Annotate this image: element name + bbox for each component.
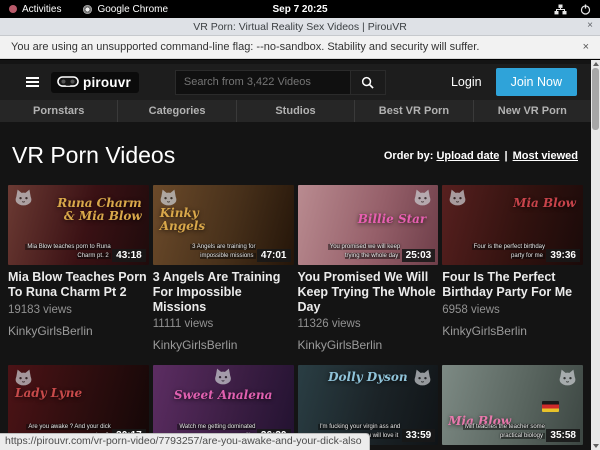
studio-cat-logo-icon: [213, 367, 234, 386]
video-thumbnail[interactable]: Runa Charm & Mia Blow Mia Blow teaches p…: [8, 185, 149, 265]
site-logo-text: pirouvr: [83, 75, 131, 90]
search-bar: [175, 70, 386, 95]
page-title: VR Porn Videos: [12, 142, 175, 169]
order-separator: |: [504, 150, 507, 162]
status-url: https://pirouvr.com/vr-porn-video/779325…: [0, 433, 370, 450]
activities-button[interactable]: Activities: [9, 4, 61, 15]
menu-item[interactable]: New VR Porn: [473, 100, 591, 122]
thumbnail-caption: Mia Blow teaches porn to Runa Charm pt. …: [24, 243, 111, 260]
studio-cat-logo-icon: [447, 188, 468, 207]
activities-dot-icon: [9, 5, 17, 13]
studio-link[interactable]: KinkyGirlsBerlin: [8, 324, 149, 338]
studio-cat-logo-icon: [158, 188, 179, 207]
video-thumbnail[interactable]: Billie Star You promised we will keep tr…: [298, 185, 439, 265]
video-card[interactable]: Runa Charm & Mia Blow Mia Blow teaches p…: [8, 185, 149, 352]
video-views: 6958 views: [442, 304, 583, 316]
thumbnail-caption: 3 Angels are training for impossible mis…: [168, 243, 255, 260]
studio-cat-logo-icon: [13, 188, 34, 207]
thumbnail-overlay-text: Runa Charm & Mia Blow: [55, 197, 142, 222]
page-scrollbar[interactable]: [591, 60, 600, 450]
search-icon: [361, 76, 374, 89]
video-title[interactable]: You Promised We Will Keep Trying The Who…: [298, 270, 439, 314]
menu-icon[interactable]: [26, 77, 39, 87]
video-title[interactable]: Mia Blow Teaches Porn To Runa Charm Pt 2: [8, 270, 149, 300]
studio-link[interactable]: KinkyGirlsBerlin: [298, 338, 439, 352]
scroll-down-icon[interactable]: [593, 444, 599, 448]
close-tab-icon[interactable]: ×: [587, 20, 593, 31]
video-title[interactable]: Four Is The Perfect Birthday Party For M…: [442, 270, 583, 300]
sandbox-warning-bar: You are using an unsupported command-lin…: [0, 36, 600, 59]
app-menu-button[interactable]: Google Chrome: [83, 4, 168, 15]
video-card[interactable]: Kinky Angels 3 Angels are training for i…: [153, 185, 294, 352]
scrollbar-thumb[interactable]: [592, 68, 599, 130]
order-by: Order by: Upload date | Most viewed: [384, 150, 578, 162]
video-thumbnail[interactable]: Kinky Angels 3 Angels are training for i…: [153, 185, 294, 265]
join-now-button[interactable]: Join Now: [496, 68, 577, 96]
tab-title: VR Porn: Virtual Reality Sex Videos | Pi…: [193, 21, 407, 33]
thumbnail-overlay-text: Lady Lyne: [15, 387, 82, 400]
order-by-label: Order by:: [384, 150, 434, 162]
menu-item[interactable]: Pornstars: [0, 100, 117, 122]
duration-badge: 39:36: [546, 249, 580, 262]
login-link[interactable]: Login: [451, 75, 482, 89]
dismiss-warning-icon[interactable]: ×: [583, 41, 589, 53]
menu-item[interactable]: Categories: [117, 100, 235, 122]
web-content: pirouvr Login Join Now Pornstars Categor…: [0, 60, 600, 450]
browser-title-bar: VR Porn: Virtual Reality Sex Videos | Pi…: [0, 18, 600, 36]
thumbnail-overlay-text: Billie Star: [358, 213, 427, 226]
video-views: 19183 views: [8, 304, 149, 316]
video-thumbnail[interactable]: Mia Blow Four is the perfect birthday pa…: [442, 185, 583, 265]
site-logo[interactable]: pirouvr: [51, 72, 139, 93]
scroll-up-icon[interactable]: [593, 62, 599, 66]
video-thumbnail[interactable]: Mia Blow Milf teaches the teacher some p…: [442, 365, 583, 445]
duration-badge: 25:03: [402, 249, 436, 262]
order-upload-date-link[interactable]: Upload date: [436, 150, 499, 162]
search-button[interactable]: [351, 70, 386, 95]
studio-link[interactable]: KinkyGirlsBerlin: [442, 324, 583, 338]
search-input[interactable]: [175, 70, 351, 95]
thumbnail-overlay-text: Kinky Angels: [160, 207, 247, 232]
app-menu-label: Google Chrome: [97, 4, 168, 15]
video-card[interactable]: Mia Blow Four is the perfect birthday pa…: [442, 185, 583, 352]
duration-badge: 47:01: [257, 249, 291, 262]
power-icon[interactable]: [580, 4, 591, 15]
thumbnail-caption: You promised we will keep trying the who…: [313, 243, 400, 260]
order-most-viewed-link[interactable]: Most viewed: [513, 150, 578, 162]
activities-label: Activities: [22, 4, 61, 15]
system-top-bar: Activities Google Chrome Sep 7 20:25: [0, 0, 600, 18]
studio-link[interactable]: KinkyGirlsBerlin: [153, 338, 294, 352]
video-card[interactable]: Billie Star You promised we will keep tr…: [298, 185, 439, 352]
studio-cat-logo-icon: [557, 368, 578, 387]
thumbnail-overlay-text: Dolly Dyson: [298, 371, 439, 384]
duration-badge: 43:18: [112, 249, 146, 262]
site-navbar: pirouvr Login Join Now: [0, 64, 591, 100]
main-menu: Pornstars Categories Studios Best VR Por…: [0, 100, 591, 122]
clock[interactable]: Sep 7 20:25: [272, 4, 327, 15]
page-header: VR Porn Videos Order by: Upload date | M…: [0, 122, 591, 185]
chrome-icon: [83, 5, 92, 14]
video-card[interactable]: Mia Blow Milf teaches the teacher some p…: [442, 365, 583, 450]
duration-badge: 35:58: [546, 429, 580, 442]
thumbnail-caption: Milf teaches the teacher some practical …: [458, 423, 545, 440]
video-grid: Runa Charm & Mia Blow Mia Blow teaches p…: [0, 185, 591, 450]
german-flag-icon: [542, 401, 559, 412]
warning-text: You are using an unsupported command-lin…: [11, 41, 479, 53]
thumbnail-caption: Four is the perfect birthday party for m…: [458, 243, 545, 260]
studio-cat-logo-icon: [13, 368, 34, 387]
video-title[interactable]: 3 Angels Are Training For Impossible Mis…: [153, 270, 294, 314]
vr-goggles-icon: [57, 76, 79, 89]
thumbnail-overlay-text: Sweet Analena: [153, 389, 294, 402]
network-icon[interactable]: [554, 4, 567, 15]
video-views: 11111 views: [153, 318, 294, 330]
menu-item[interactable]: Best VR Porn: [354, 100, 472, 122]
studio-cat-logo-icon: [412, 188, 433, 207]
duration-badge: 33:59: [402, 429, 436, 442]
video-views: 11326 views: [298, 318, 439, 330]
menu-item[interactable]: Studios: [236, 100, 354, 122]
thumbnail-overlay-text: Mia Blow: [513, 197, 576, 210]
